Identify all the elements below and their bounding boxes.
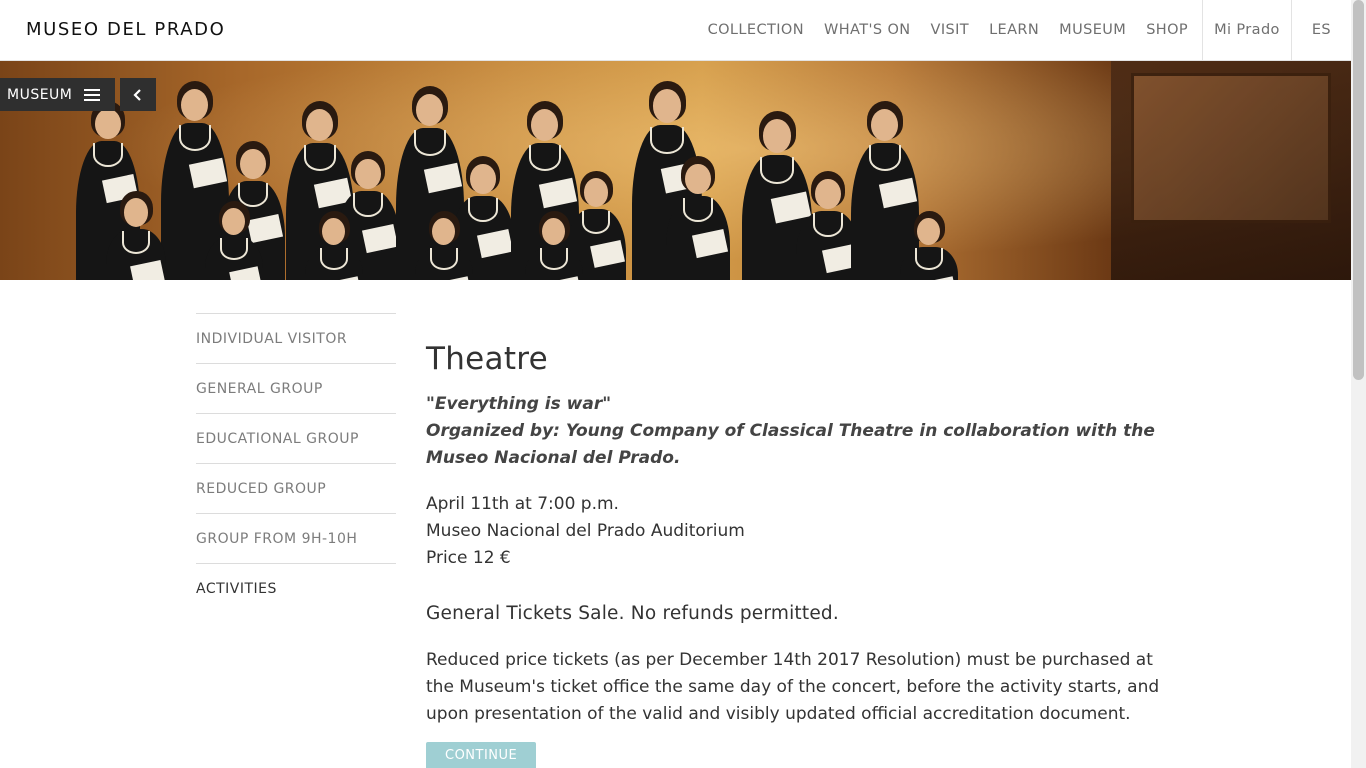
hamburger-icon [84,88,101,101]
sidebar-item-reduced-group[interactable]: REDUCED GROUP [196,463,396,513]
event-subtitle: "Everything is war" Organized by: Young … [426,391,1186,472]
choir-singer [895,211,963,280]
nav-collection[interactable]: COLLECTION [698,0,814,60]
main-nav: COLLECTION WHAT'S ON VISIT LEARN MUSEUM … [698,0,1351,60]
sidebar-item-educational-group[interactable]: EDUCATIONAL GROUP [196,413,396,463]
museum-menu-button[interactable]: MUSEUM [0,78,115,111]
chevron-left-icon [133,88,141,101]
hero-image [0,61,1351,280]
page: MUSEO DEL PRADO COLLECTION WHAT'S ON VIS… [0,0,1366,768]
choir-singer [300,211,368,280]
nav-shop[interactable]: SHOP [1136,0,1198,60]
back-button[interactable] [120,78,156,111]
museum-menu-label: MUSEUM [7,86,73,103]
sidebar-item-individual-visitor[interactable]: INDIVIDUAL VISITOR [196,313,396,363]
sidebar-nav: INDIVIDUAL VISITOR GENERAL GROUP EDUCATI… [196,313,396,613]
choir-singer [200,201,268,280]
sidebar-item-group-9h-10h[interactable]: GROUP FROM 9H-10H [196,513,396,563]
main-content: Theatre "Everything is war" Organized by… [426,338,1186,768]
site-header: MUSEO DEL PRADO COLLECTION WHAT'S ON VIS… [0,0,1351,61]
site-logo[interactable]: MUSEO DEL PRADO [26,19,225,40]
hero-painting [1131,73,1331,223]
reduced-price-info: Reduced price tickets (as per December 1… [426,650,1160,724]
choir-singer [520,211,588,280]
nav-learn[interactable]: LEARN [979,0,1049,60]
event-date: April 11th at 7:00 p.m. [426,494,619,514]
sidebar-item-general-group[interactable]: GENERAL GROUP [196,363,396,413]
sidebar-item-activities[interactable]: ACTIVITIES [196,563,396,613]
continue-button[interactable]: CONTINUE [426,742,537,768]
event-price: Price 12 € [426,548,511,568]
language-switch[interactable]: ES [1292,0,1351,60]
scrollbar-thumb[interactable] [1353,0,1364,380]
event-organizer: Organized by: Young Company of Classical… [426,421,1155,468]
choir-singer [100,191,172,280]
page-title: Theatre [426,341,549,377]
event-info: April 11th at 7:00 p.m. Museo Nacional d… [426,491,1186,572]
nav-visit[interactable]: VISIT [921,0,980,60]
ticket-notice: General Tickets Sale. No refunds permitt… [426,603,839,624]
nav-whats-on[interactable]: WHAT'S ON [814,0,921,60]
choir-singer [660,156,736,280]
event-location: Museo Nacional del Prado Auditorium [426,521,745,541]
event-name: "Everything is war" [426,394,612,414]
nav-mi-prado[interactable]: Mi Prado [1202,0,1292,60]
choir-singer [410,211,478,280]
page-scrollbar[interactable] [1351,0,1366,768]
nav-museum[interactable]: MUSEUM [1049,0,1136,60]
